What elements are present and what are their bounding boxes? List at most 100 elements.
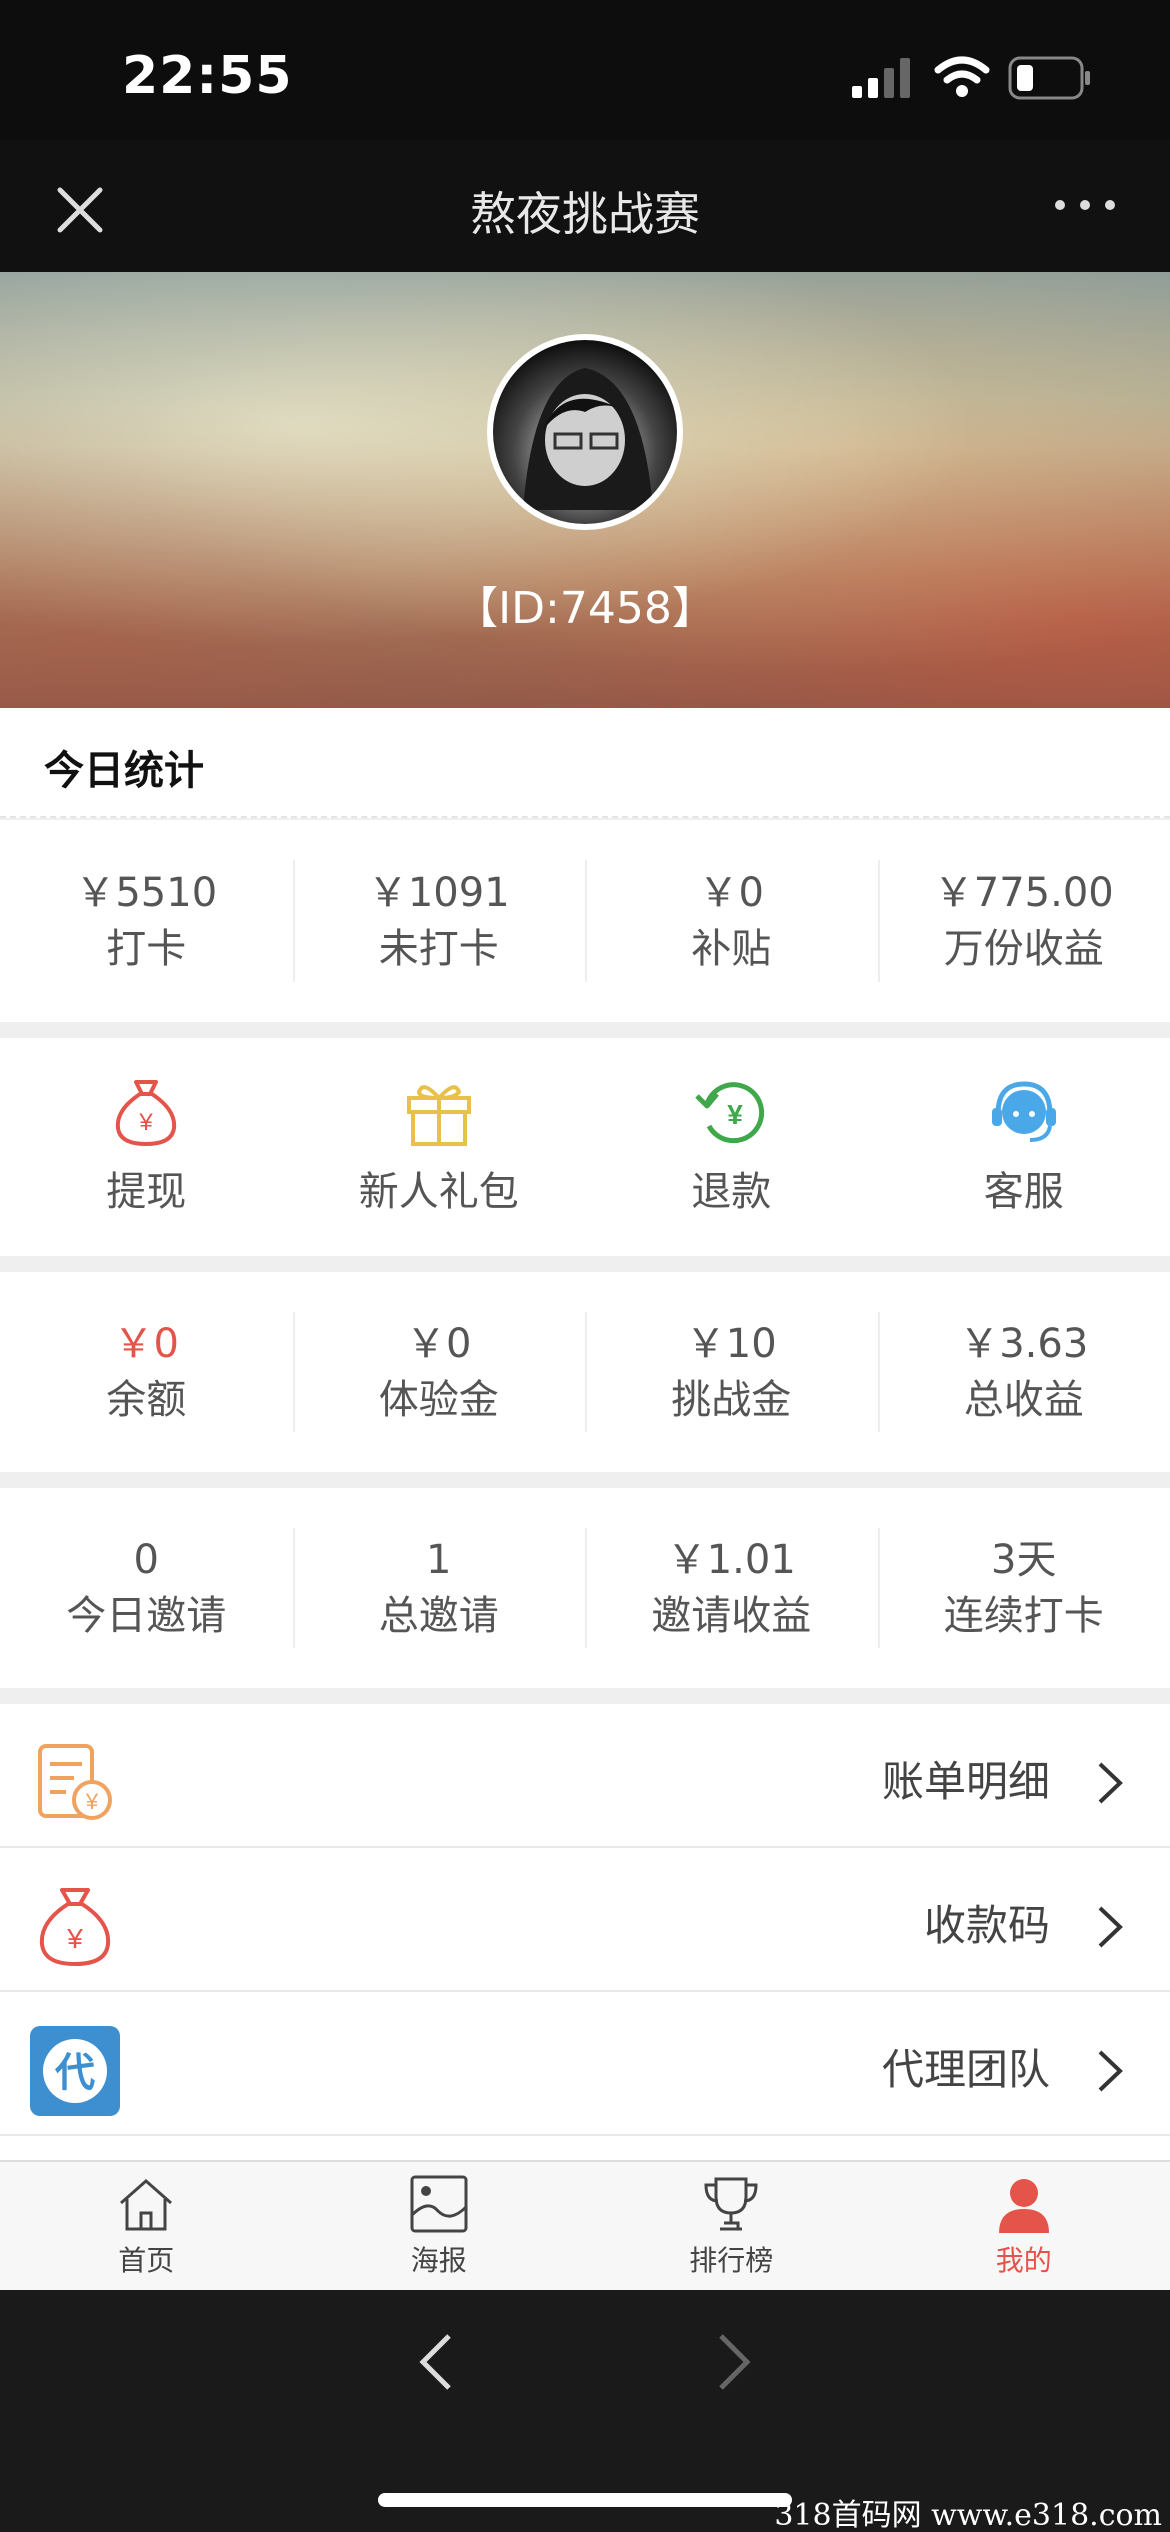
invite-stats: 0 今日邀请 1 总邀请 ￥1.01 邀请收益 3天连续打卡 [0,1488,1170,1688]
withdraw-button[interactable]: ¥ 提现 [0,1038,293,1256]
gift-pack-button[interactable]: 新人礼包 [293,1038,586,1256]
stat-label: 未打卡 [378,926,499,972]
stat-balance[interactable]: ￥0 余额 [0,1272,293,1472]
stat-invite-earnings[interactable]: ￥1.01 邀请收益 [585,1488,878,1688]
menu-item-bills[interactable]: ¥ 账单明细 [0,1704,1170,1848]
wifi-icon [934,56,990,97]
browser-toolbar: 318首码网 www.e318.com [0,2290,1170,2532]
content-area: 今日统计 ￥5510 打卡 ￥1091 未打卡 ￥0 补贴 ￥775.00 万份收益 ¥… [0,708,1170,2160]
stat-checkin: ￥5510 打卡 [0,820,293,1022]
stat-value: 3天 [991,1537,1057,1583]
tab-ranking[interactable]: 排行榜 [585,2162,878,2290]
stat-label: 打卡 [106,926,187,972]
stat-value: 1 [426,1537,452,1583]
chevron-right-icon [1098,2050,1123,2092]
menu-label: 收款码 [923,1901,1050,1950]
wallet-stats: ￥0 余额 ￥0 体验金 ￥10 挑战金 ￥3.63 总收益 [0,1272,1170,1472]
chevron-right-icon [1098,1762,1123,1804]
signal-icon [852,58,910,98]
menu-item-payment-code[interactable]: ¥ 收款码 [0,1848,1170,1992]
home-indicator[interactable] [378,2493,792,2507]
watermark: 318首码网 www.e318.com [774,2498,1162,2532]
stat-value: ￥3.63 [959,1321,1089,1367]
stat-yield: ￥775.00 万份收益 [877,820,1170,1022]
agent-icon: 代 [30,2026,120,2116]
section-title: 今日统计 [44,748,204,794]
stat-trial-fund[interactable]: ￥0 体验金 [292,1272,586,1472]
stat-total-invites[interactable]: 1 总邀请 [292,1488,586,1688]
menu-label: 代理团队 [881,2045,1050,2094]
stat-value: ￥1.01 [666,1537,796,1583]
home-icon [120,2179,173,2231]
menu-item-agent-team[interactable]: 代 代理团队 [0,1992,1170,2136]
gift-icon [406,1085,471,1146]
stat-value: ￥1091 [367,870,510,916]
user-id: 【ID:7458】 [454,583,716,634]
action-label: 新人礼包 [358,1169,519,1215]
tab-label: 我的 [995,2244,1052,2277]
action-label: 退款 [691,1169,772,1215]
stat-label: 万份收益 [943,926,1104,972]
person-icon [998,2179,1049,2233]
tab-bar: 首页 海报 排行榜 我的 [0,2160,1170,2290]
svg-text:¥: ¥ [85,1789,99,1814]
stat-label: 邀请收益 [651,1593,812,1639]
menu-label: 账单明细 [881,1757,1050,1806]
svg-text:¥: ¥ [139,1109,154,1136]
tab-label: 海报 [410,2244,467,2277]
avatar-image [523,368,653,510]
tab-label: 排行榜 [689,2244,774,2277]
headset-icon [991,1081,1056,1142]
avatar[interactable] [487,334,683,530]
tab-home[interactable]: 首页 [0,2162,293,2290]
stat-label: 连续打卡 [943,1593,1104,1639]
stat-value: ￥0 [406,1321,472,1367]
action-label: 客服 [983,1169,1064,1215]
action-grid: ¥ 提现 新人礼包 ¥ 退款 客服 [0,1038,1170,1256]
chevron-right-icon [1098,1906,1123,1948]
stat-label: 总收益 [963,1377,1084,1423]
stat-label: 体验金 [378,1377,499,1423]
back-icon[interactable] [415,2330,455,2394]
more-icon[interactable] [1050,180,1120,230]
bill-icon: ¥ [38,1744,112,1820]
forward-icon[interactable] [715,2330,755,2394]
tab-poster[interactable]: 海报 [293,2162,586,2290]
stat-value: ￥0 [698,870,764,916]
stat-value: ￥775.00 [933,870,1114,916]
customer-service-button[interactable]: 客服 [878,1038,1170,1256]
tab-mine[interactable]: 我的 [878,2162,1170,2290]
stat-today-invites[interactable]: 0 今日邀请 [0,1488,293,1688]
svg-text:¥: ¥ [727,1099,743,1130]
today-stats: ￥5510 打卡 ￥1091 未打卡 ￥0 补贴 ￥775.00 万份收益 [0,820,1170,1022]
refund-icon: ¥ [695,1082,765,1144]
svg-text:¥: ¥ [66,1923,83,1954]
stat-label: 余额 [106,1377,187,1423]
status-time: 22:55 [122,46,293,106]
stat-challenge-fund[interactable]: ￥10 挑战金 [585,1272,878,1472]
page-title: 熬夜挑战赛 [470,187,700,241]
stat-label: 总邀请 [378,1593,499,1639]
nav-bar: 熬夜挑战赛 [0,140,1170,272]
today-stats-header: 今日统计 [0,708,1170,818]
money-bag-icon: ¥ [116,1080,177,1147]
stat-subsidy: ￥0 补贴 [585,820,878,1022]
poster-icon [410,2175,468,2233]
stat-streak[interactable]: 3天连续打卡 [877,1488,1170,1688]
svg-text:代: 代 [54,2050,95,2096]
stat-label: 补贴 [691,926,772,972]
stat-total-earnings[interactable]: ￥3.63 总收益 [877,1272,1170,1472]
stat-value: ￥10 [685,1321,777,1367]
action-label: 提现 [106,1169,187,1215]
money-bag-icon: ¥ [39,1888,111,1967]
trophy-icon [704,2177,758,2231]
profile-header: 【ID:7458】 [0,272,1170,708]
menu-list: ¥ 账单明细 ¥ 收款码 代 代理团队 [0,1704,1170,2160]
stat-value: 0 [133,1537,159,1583]
refund-button[interactable]: ¥ 退款 [585,1038,878,1256]
tab-label: 首页 [118,2244,175,2277]
stat-value: ￥0 [113,1321,179,1367]
stat-label: 今日邀请 [66,1593,227,1639]
status-bar: 22:55 [0,0,1170,140]
battery-icon [1008,56,1090,100]
